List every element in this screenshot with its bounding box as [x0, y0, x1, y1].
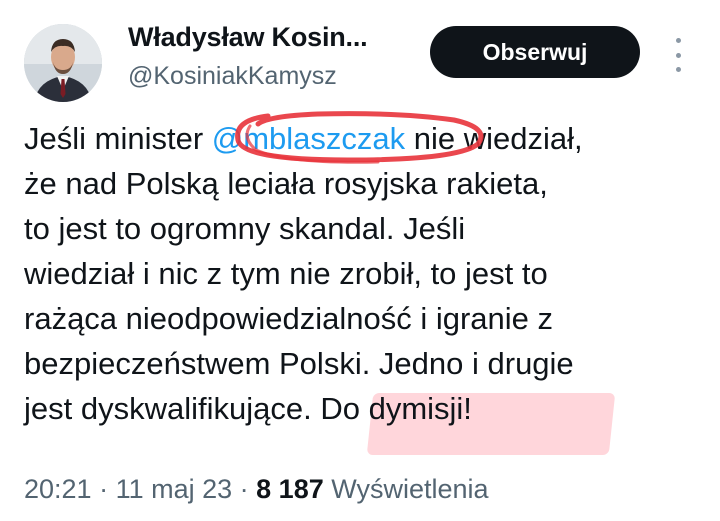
tweet-text: Jeśli minister @mblaszczak nie wiedział,… — [24, 116, 704, 431]
tweet-line: jest dyskwalifikujące. Do dymisji! — [24, 391, 472, 426]
follow-button[interactable]: Obserwuj — [430, 26, 640, 78]
tweet-line: bezpieczeństwem Polski. Jedno i drugie — [24, 346, 574, 381]
tweet-line: Jeśli minister @mblaszczak nie wiedział, — [24, 121, 583, 156]
highlighted-text: Do dymisji! — [320, 391, 472, 426]
views-label: Wyświetlenia — [323, 474, 489, 504]
author-name[interactable]: Władysław Kosin... — [128, 22, 368, 53]
tweet-line: że nad Polską leciała rosyjska rakieta, — [24, 166, 548, 201]
tweet-line: rażąca nieodpowiedzialność i igranie z — [24, 301, 554, 336]
tweet-line: to jest to ogromny skandal. Jeśli — [24, 211, 466, 246]
tweet-date[interactable]: 11 maj 23 — [116, 474, 233, 504]
dot — [675, 38, 681, 43]
dot — [675, 52, 681, 58]
tweet-time[interactable]: 20:21 — [24, 474, 92, 504]
mention-link[interactable]: @mblaszczak — [212, 121, 405, 156]
more-options-icon[interactable] — [672, 38, 684, 72]
views-count: 8 187 — [256, 474, 324, 504]
tweet-card: Władysław Kosin... @KosiniakKamysz Obser… — [0, 0, 720, 521]
author-handle[interactable]: @KosiniakKamysz — [128, 62, 337, 91]
avatar-image — [24, 24, 102, 102]
tweet-meta: 20:21 · 11 maj 23 · 8 187 Wyświetlenia — [24, 474, 489, 504]
dot — [675, 67, 681, 72]
avatar[interactable] — [24, 24, 102, 102]
tweet-line: wiedział i nic z tym nie zrobił, to jest… — [24, 256, 548, 291]
